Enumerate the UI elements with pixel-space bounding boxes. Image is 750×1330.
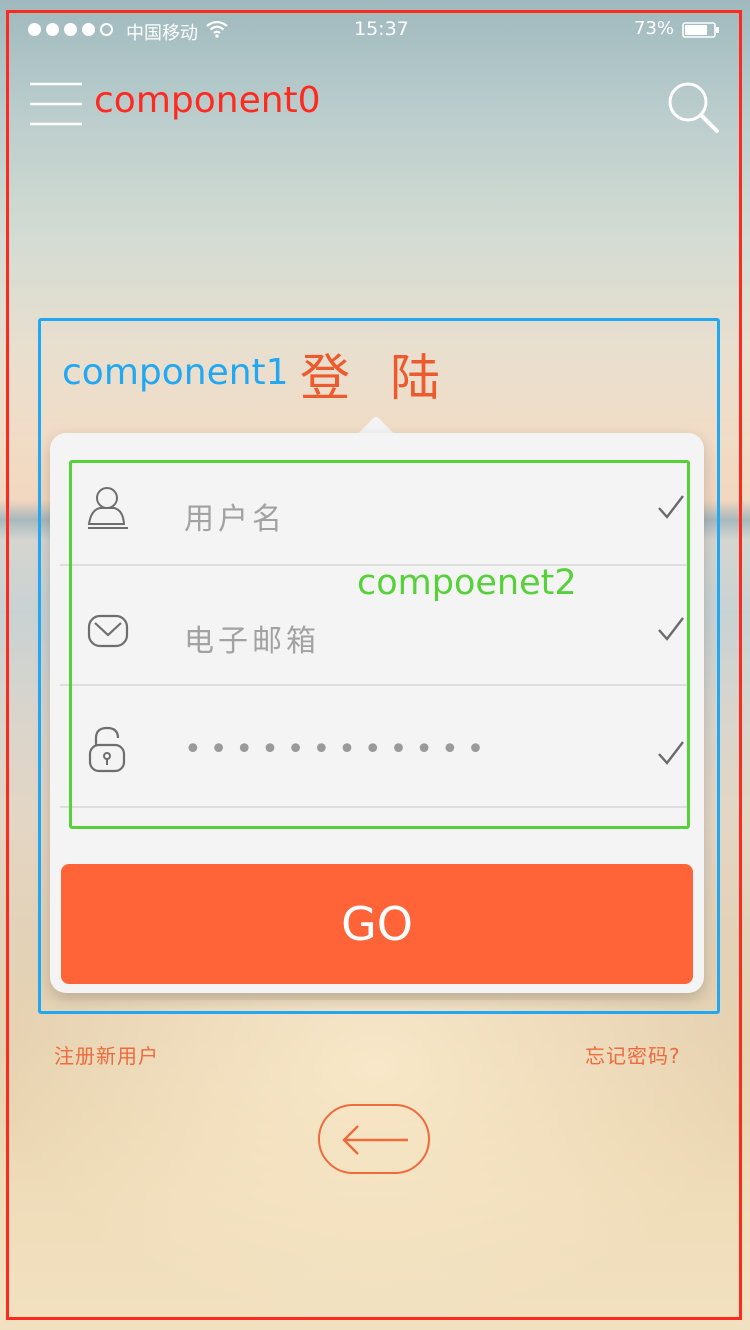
mail-icon (87, 614, 129, 648)
component0-label: component0 (94, 80, 321, 121)
signal-dot-empty (100, 23, 113, 36)
signal-dot (64, 23, 77, 36)
check-icon (658, 741, 684, 765)
check-icon (658, 495, 684, 519)
battery-icon (682, 22, 719, 38)
battery-percent: 73% (634, 18, 675, 39)
signal-dot (46, 23, 59, 36)
back-button[interactable] (318, 1104, 430, 1174)
unlock-icon (88, 726, 126, 773)
password-field[interactable]: •••••••••••• (60, 688, 690, 808)
login-title: 登陆 (300, 349, 480, 407)
email-placeholder: 电子邮箱 (184, 624, 320, 659)
search-icon[interactable] (666, 80, 720, 134)
go-button[interactable]: GO (61, 864, 693, 984)
left-arrow-icon (342, 1125, 408, 1155)
component1-label: component1 (62, 352, 289, 393)
signal-strength-icon (28, 23, 113, 36)
wifi-icon (206, 20, 228, 38)
signal-dot (82, 23, 95, 36)
app-screen: 中国移动 15:37 73% 登陆 用户名 电子邮箱 •••••••••••• … (0, 0, 750, 1330)
check-icon (658, 617, 684, 641)
username-placeholder: 用户名 (184, 502, 286, 537)
register-link[interactable]: 注册新用户 (54, 1040, 159, 1069)
status-bar: 中国移动 15:37 73% (0, 14, 750, 46)
component2-label: compoenet2 (357, 563, 577, 603)
username-field[interactable]: 用户名 (60, 446, 690, 566)
user-icon (87, 487, 128, 529)
forgot-password-link[interactable]: 忘记密码? (585, 1040, 681, 1069)
signal-dot (28, 23, 41, 36)
status-time: 15:37 (354, 18, 409, 40)
hamburger-menu-icon[interactable] (28, 82, 84, 126)
password-value: •••••••••••• (184, 732, 493, 767)
carrier-name: 中国移动 (126, 23, 198, 44)
